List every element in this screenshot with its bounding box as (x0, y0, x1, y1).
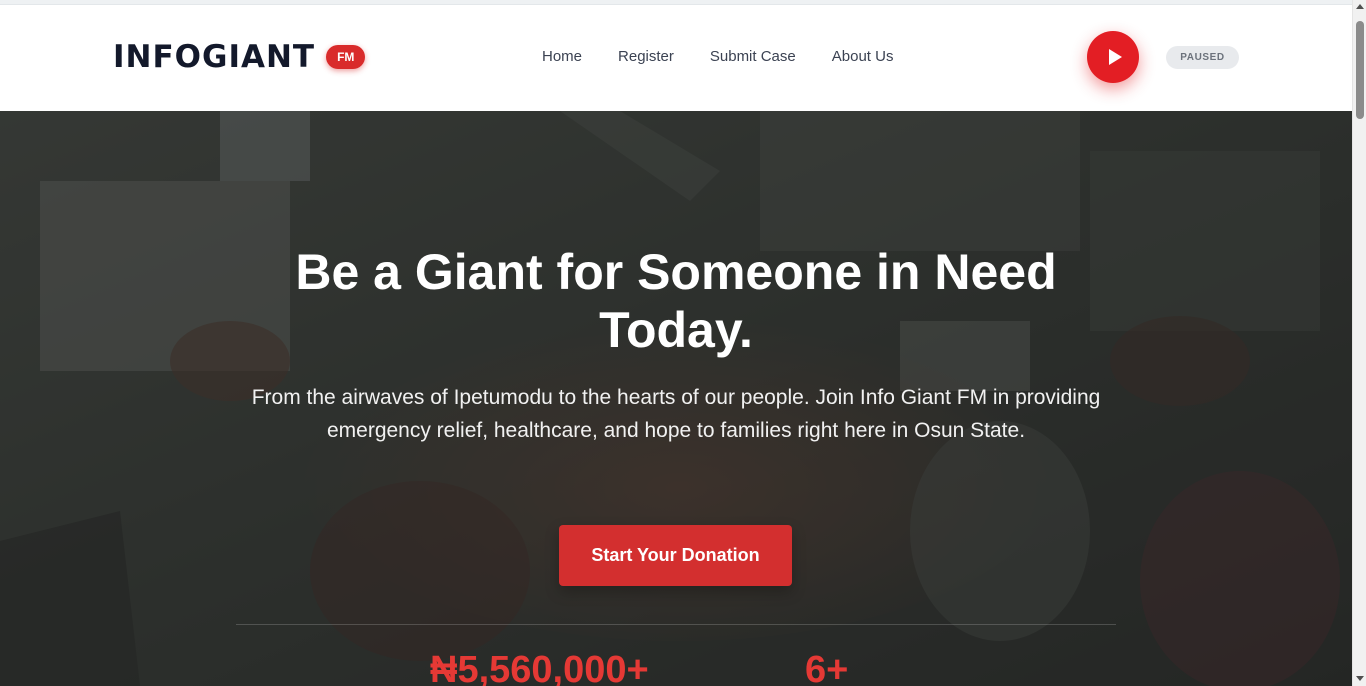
hero-heading: Be a Giant for Someone in Need Today. (295, 244, 1057, 358)
main-nav: Home Register Submit Case About Us (524, 44, 911, 70)
start-donation-button[interactable]: Start Your Donation (559, 525, 792, 586)
scrollbar-thumb[interactable] (1356, 21, 1364, 119)
play-icon (1108, 49, 1122, 65)
page-scrollbar[interactable] (1352, 0, 1366, 686)
nav-link-submit-case[interactable]: Submit Case (710, 44, 796, 70)
nav-link-home[interactable]: Home (542, 44, 582, 70)
logo-fm-badge: FM (326, 45, 366, 69)
logo-wordmark: INFOGIANT (113, 39, 316, 75)
stat-amount-raised: ₦5,560,000+ (430, 649, 649, 686)
scroll-up-arrow-icon[interactable] (1356, 4, 1364, 9)
nav-link-register[interactable]: Register (618, 44, 674, 70)
site-header: INFOGIANT FM Home Register Submit Case A… (0, 5, 1352, 111)
nav-link-about-us[interactable]: About Us (832, 44, 894, 70)
stats-divider (236, 624, 1116, 625)
playback-status-badge: PAUSED (1166, 46, 1239, 69)
hero-section: Be a Giant for Someone in Need Today. Fr… (0, 111, 1352, 686)
hero-subheading: From the airwaves of Ipetumodu to the he… (251, 386, 1101, 442)
scroll-down-arrow-icon[interactable] (1356, 676, 1364, 681)
stat-count: 6+ (805, 649, 849, 686)
radio-play-button[interactable] (1087, 31, 1139, 83)
site-logo[interactable]: INFOGIANT FM (113, 39, 366, 75)
